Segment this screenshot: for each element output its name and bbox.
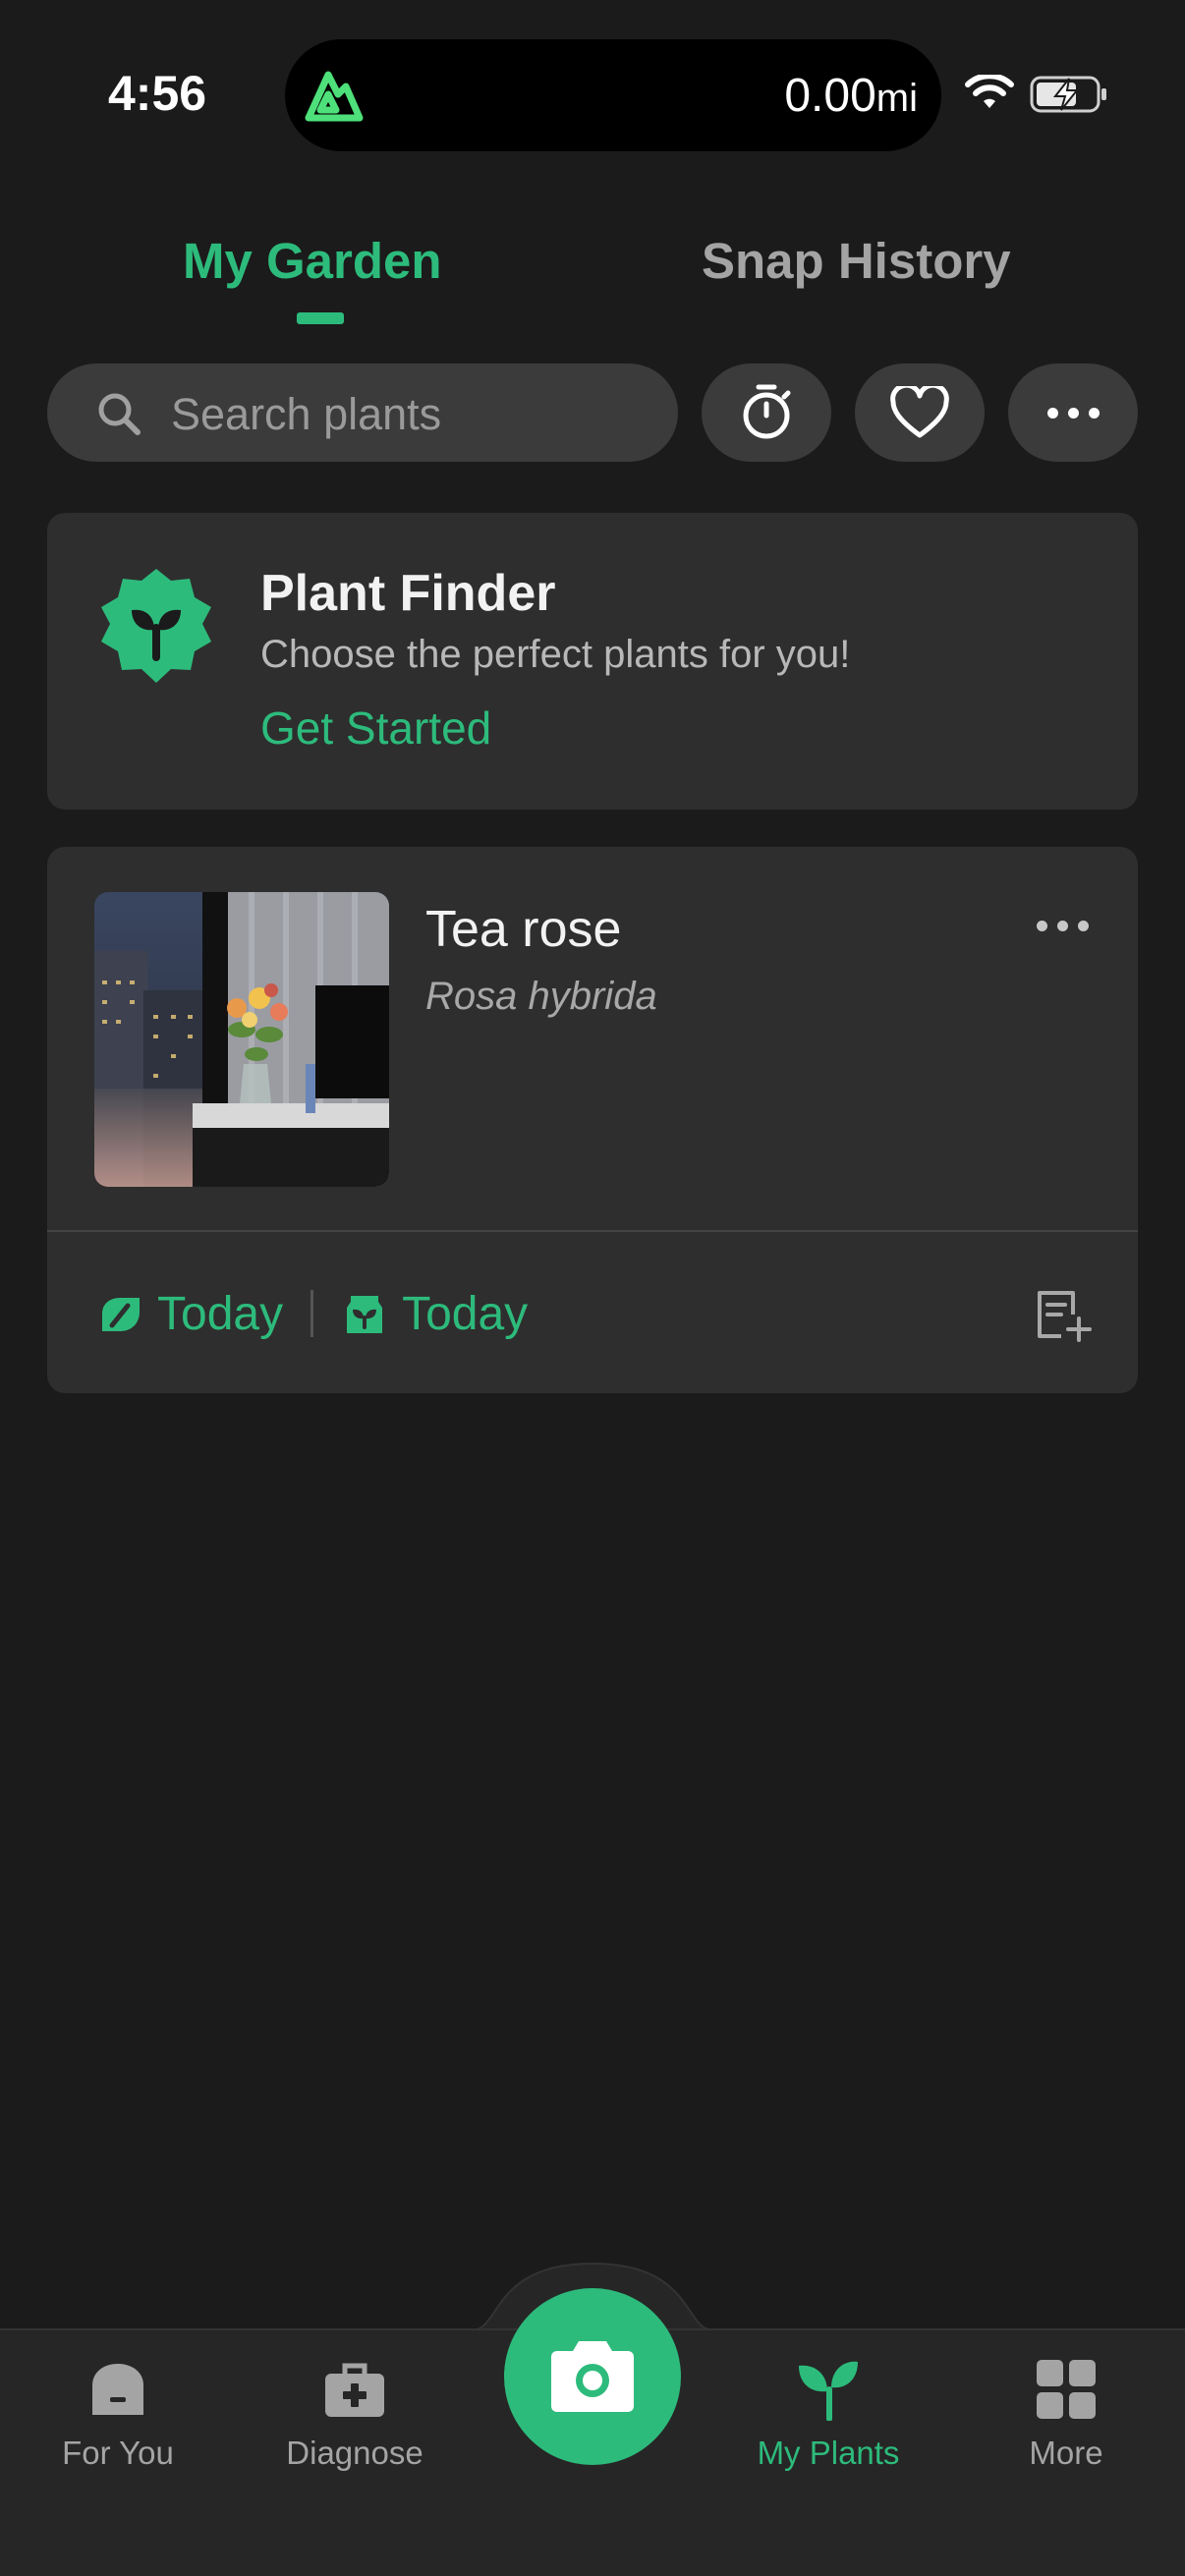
plant-finder-subtitle: Choose the perfect plants for you! bbox=[260, 633, 851, 676]
plant-name: Tea rose bbox=[425, 901, 622, 958]
plant-photo[interactable] bbox=[94, 892, 389, 1187]
search-placeholder: Search plants bbox=[171, 389, 442, 439]
battery-charging-icon bbox=[1030, 76, 1106, 113]
stopwatch-icon bbox=[743, 384, 791, 439]
dynamic-island[interactable]: 0.00mi bbox=[285, 39, 941, 151]
plant-scientific-name: Rosa hybrida bbox=[425, 975, 657, 1018]
care-separator bbox=[310, 1290, 314, 1337]
reminder-button[interactable] bbox=[702, 364, 831, 462]
status-bar: 4:56 0.00mi bbox=[0, 0, 1185, 167]
add-note-icon[interactable] bbox=[1034, 1287, 1093, 1342]
more-horizontal-icon bbox=[1046, 407, 1100, 419]
nav-diagnose[interactable]: Diagnose bbox=[256, 2358, 453, 2472]
peak-logo-icon bbox=[305, 71, 364, 122]
tab-my-garden[interactable]: My Garden bbox=[183, 232, 442, 290]
nav-label-for-you: For You bbox=[62, 2435, 174, 2471]
search-input[interactable]: Search plants bbox=[47, 364, 678, 462]
wifi-icon bbox=[965, 75, 1014, 108]
camera-button[interactable] bbox=[504, 2288, 681, 2465]
plant-badge-icon bbox=[101, 569, 211, 683]
plant-more-button[interactable] bbox=[1037, 921, 1089, 931]
nav-for-you[interactable]: For You bbox=[20, 2358, 216, 2472]
sprout-icon bbox=[799, 2361, 858, 2421]
nav-more[interactable]: More bbox=[968, 2358, 1164, 2472]
divider bbox=[47, 1230, 1138, 1232]
nav-label-my-plants: My Plants bbox=[757, 2435, 900, 2471]
nav-label-diagnose: Diagnose bbox=[286, 2435, 423, 2471]
first-aid-kit-icon bbox=[325, 2363, 384, 2417]
distance-unit: mi bbox=[875, 77, 918, 120]
active-tab-indicator bbox=[297, 312, 344, 324]
get-started-link[interactable]: Get Started bbox=[260, 701, 491, 755]
status-time: 4:56 bbox=[108, 66, 207, 121]
distance-value: 0.00 bbox=[784, 70, 876, 122]
heart-icon bbox=[890, 386, 949, 438]
more-horizontal-icon bbox=[1037, 921, 1089, 931]
home-icon bbox=[92, 2364, 143, 2415]
plant-card[interactable]: Tea rose Rosa hybrida Today Today bbox=[47, 847, 1138, 1393]
favorites-button[interactable] bbox=[855, 364, 985, 462]
more-options-button[interactable] bbox=[1008, 364, 1138, 462]
fertilizing-due: Today bbox=[402, 1287, 529, 1340]
search-icon bbox=[98, 393, 141, 435]
nav-my-plants[interactable]: My Plants bbox=[730, 2358, 927, 2472]
watering-due: Today bbox=[157, 1287, 284, 1340]
tab-snap-history[interactable]: Snap History bbox=[702, 232, 1011, 290]
fertilizer-icon[interactable] bbox=[341, 1290, 388, 1337]
nav-label-more: More bbox=[1029, 2435, 1103, 2471]
distance-readout: 0.00mi bbox=[784, 69, 918, 123]
watering-icon[interactable] bbox=[96, 1290, 143, 1337]
grid-icon bbox=[1037, 2360, 1096, 2419]
plant-finder-title: Plant Finder bbox=[260, 565, 556, 622]
camera-icon bbox=[551, 2341, 634, 2412]
care-schedule: Today Today bbox=[96, 1279, 528, 1348]
plant-finder-card[interactable]: Plant Finder Choose the perfect plants f… bbox=[47, 513, 1138, 810]
